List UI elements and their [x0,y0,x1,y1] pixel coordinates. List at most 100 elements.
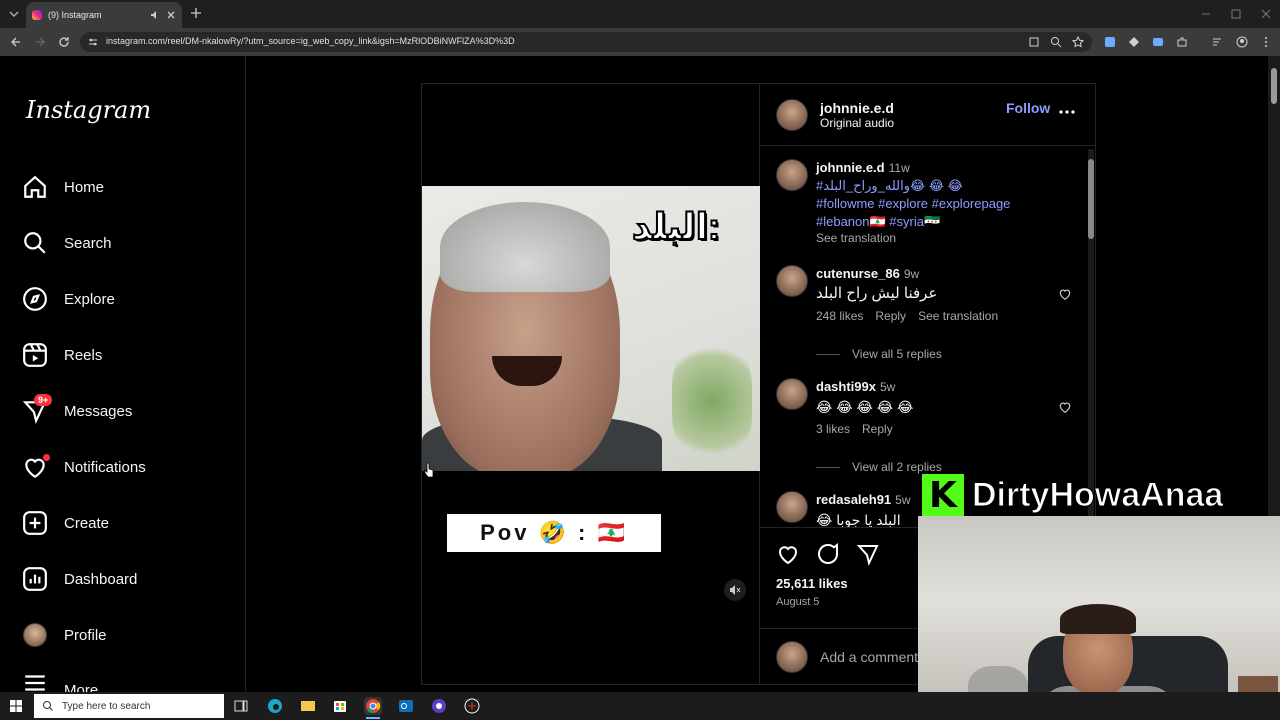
streaming-app-icon[interactable] [463,697,481,715]
like-comment-heart-icon[interactable] [1058,287,1072,301]
reply-button[interactable]: Reply [862,420,893,438]
comment-username[interactable]: dashti99x [816,379,876,394]
translate-extension-icon[interactable] [1104,36,1116,48]
author-username[interactable]: johnnie.e.d [820,100,894,116]
streamer-name: DirtyHowaAnaa [971,475,1224,514]
forward-icon[interactable] [34,36,46,48]
maximize-icon[interactable] [1230,8,1242,20]
minimize-icon[interactable] [1200,8,1212,20]
share-send-icon[interactable] [856,542,880,566]
active-app-indicator [366,717,380,719]
site-info-icon[interactable] [88,37,98,47]
comment-time: 5w [879,380,896,394]
comments-scroll-thumb[interactable] [1088,159,1094,239]
zoom-icon[interactable] [1050,36,1062,48]
close-window-icon[interactable] [1260,8,1272,20]
author-avatar[interactable] [776,99,808,131]
webcam-overlay: x15 [918,516,1280,720]
comment-avatar[interactable] [776,378,808,410]
caption-line[interactable]: #والله_وراح_البلد😂 😂 😂 [816,177,1066,195]
comment-username[interactable]: redasaleh91 [816,492,891,507]
sidebar-item-explore[interactable]: Explore [22,279,232,319]
like-comment-heart-icon[interactable] [1058,400,1072,414]
caption-text: johnnie.e.d 11w #والله_وراح_البلد😂 😂 😂 #f… [816,159,1066,245]
comment-username[interactable]: cutenurse_86 [816,266,900,281]
comment-likes[interactable]: 248 likes [816,307,863,325]
sidebar-item-home[interactable]: Home [22,167,232,207]
sidebar-item-label: Reels [64,346,103,364]
speaker-icon[interactable] [150,10,160,20]
close-tab-icon[interactable] [166,10,176,20]
back-icon[interactable] [10,36,22,48]
comment-avatar[interactable] [776,265,808,297]
sidebar-item-create[interactable]: Create [22,503,232,543]
profile-icon[interactable] [1236,36,1248,48]
comments-scrollbar[interactable] [1088,149,1094,525]
caption-username[interactable]: johnnie.e.d [816,160,885,175]
media-controls-icon[interactable] [1212,36,1224,48]
extension-diamond-icon[interactable] [1128,36,1140,48]
comment-likes[interactable]: 3 likes [816,420,850,438]
sidebar-item-dashboard[interactable]: Dashboard [22,559,232,599]
add-comment-input[interactable]: Add a comment... [820,649,930,665]
windows-start-icon[interactable] [10,700,22,712]
see-translation-link[interactable]: See translation [816,231,1066,245]
sidebar-item-notifications[interactable]: Notifications [22,447,232,487]
browser-menu-icon[interactable] [1260,36,1272,48]
bookmark-star-icon[interactable] [1072,36,1084,48]
search-icon [24,232,46,254]
extensions-puzzle-icon[interactable] [1176,36,1188,48]
plant-shape [672,336,752,466]
reload-icon[interactable] [58,36,70,48]
instagram-logo[interactable]: Instagram [26,96,151,124]
like-heart-icon[interactable] [776,542,800,566]
view-replies-button[interactable]: View all 5 replies [816,347,942,361]
file-explorer-icon[interactable] [299,697,317,715]
new-tab-icon[interactable] [190,7,202,19]
sidebar-item-search[interactable]: Search [22,223,232,263]
edge-browser-icon[interactable] [266,697,284,715]
address-bar[interactable]: instagram.com/reel/DM-nkalowRy/?utm_sour… [80,32,1092,52]
more-options-icon[interactable] [1058,108,1076,116]
comment-meta: 248 likes Reply See translation [816,307,1066,325]
chrome-icon[interactable] [364,697,382,715]
post-likes-count[interactable]: 25,611 likes [776,576,848,591]
sidebar-item-reels[interactable]: Reels [22,335,232,375]
comment-avatar[interactable] [776,491,808,523]
audio-label[interactable]: Original audio [820,116,894,130]
obs-studio-icon[interactable] [430,697,448,715]
tab-search-icon[interactable] [6,6,22,22]
sidebar-item-more[interactable]: More [22,670,232,692]
reel-video[interactable]: البلد: Pov 🤣 : 🇱🇧 [422,84,760,684]
mute-button[interactable] [724,579,746,601]
comment-meta: 3 likes Reply [816,420,1066,438]
browser-tab[interactable]: (9) Instagram [26,2,182,28]
see-translation-link[interactable]: See translation [918,307,998,325]
caption-hashtags[interactable]: #lebanon🇱🇧 #syria🇸🇾 [816,213,1066,231]
sidebar-item-label: Explore [64,290,115,308]
caption-avatar[interactable] [776,159,808,191]
task-view-icon[interactable] [232,697,250,715]
store-icon[interactable] [331,697,349,715]
replies-line [816,466,840,468]
sidebar-item-messages[interactable]: 9+ Messages [22,391,232,431]
comment-body: عرفنا ليش راح البلد [816,285,938,302]
extension-blue-icon[interactable] [1152,36,1164,48]
heart-icon-wrap [22,454,50,480]
hand-cursor-icon [424,462,434,478]
comment-bubble-icon[interactable] [816,542,840,566]
follow-button[interactable]: Follow [1006,100,1050,116]
reply-button[interactable]: Reply [875,307,906,325]
taskbar-search[interactable]: Type here to search [34,694,224,718]
caption-hashtags[interactable]: #followme #explore #explorepage [816,195,1066,213]
windows-taskbar: Type here to search [0,692,1280,720]
hair-shape [440,202,610,292]
tab-title: (9) Instagram [48,10,102,20]
scrollbar-thumb[interactable] [1271,68,1277,104]
comment-time: 5w [895,493,911,507]
outlook-icon[interactable] [397,697,415,715]
streamer-branding: K DirtyHowaAnaa [922,472,1224,518]
install-app-icon[interactable] [1028,36,1040,48]
sidebar-item-profile[interactable]: Profile [22,615,232,655]
sidebar-item-label: Dashboard [64,570,138,588]
